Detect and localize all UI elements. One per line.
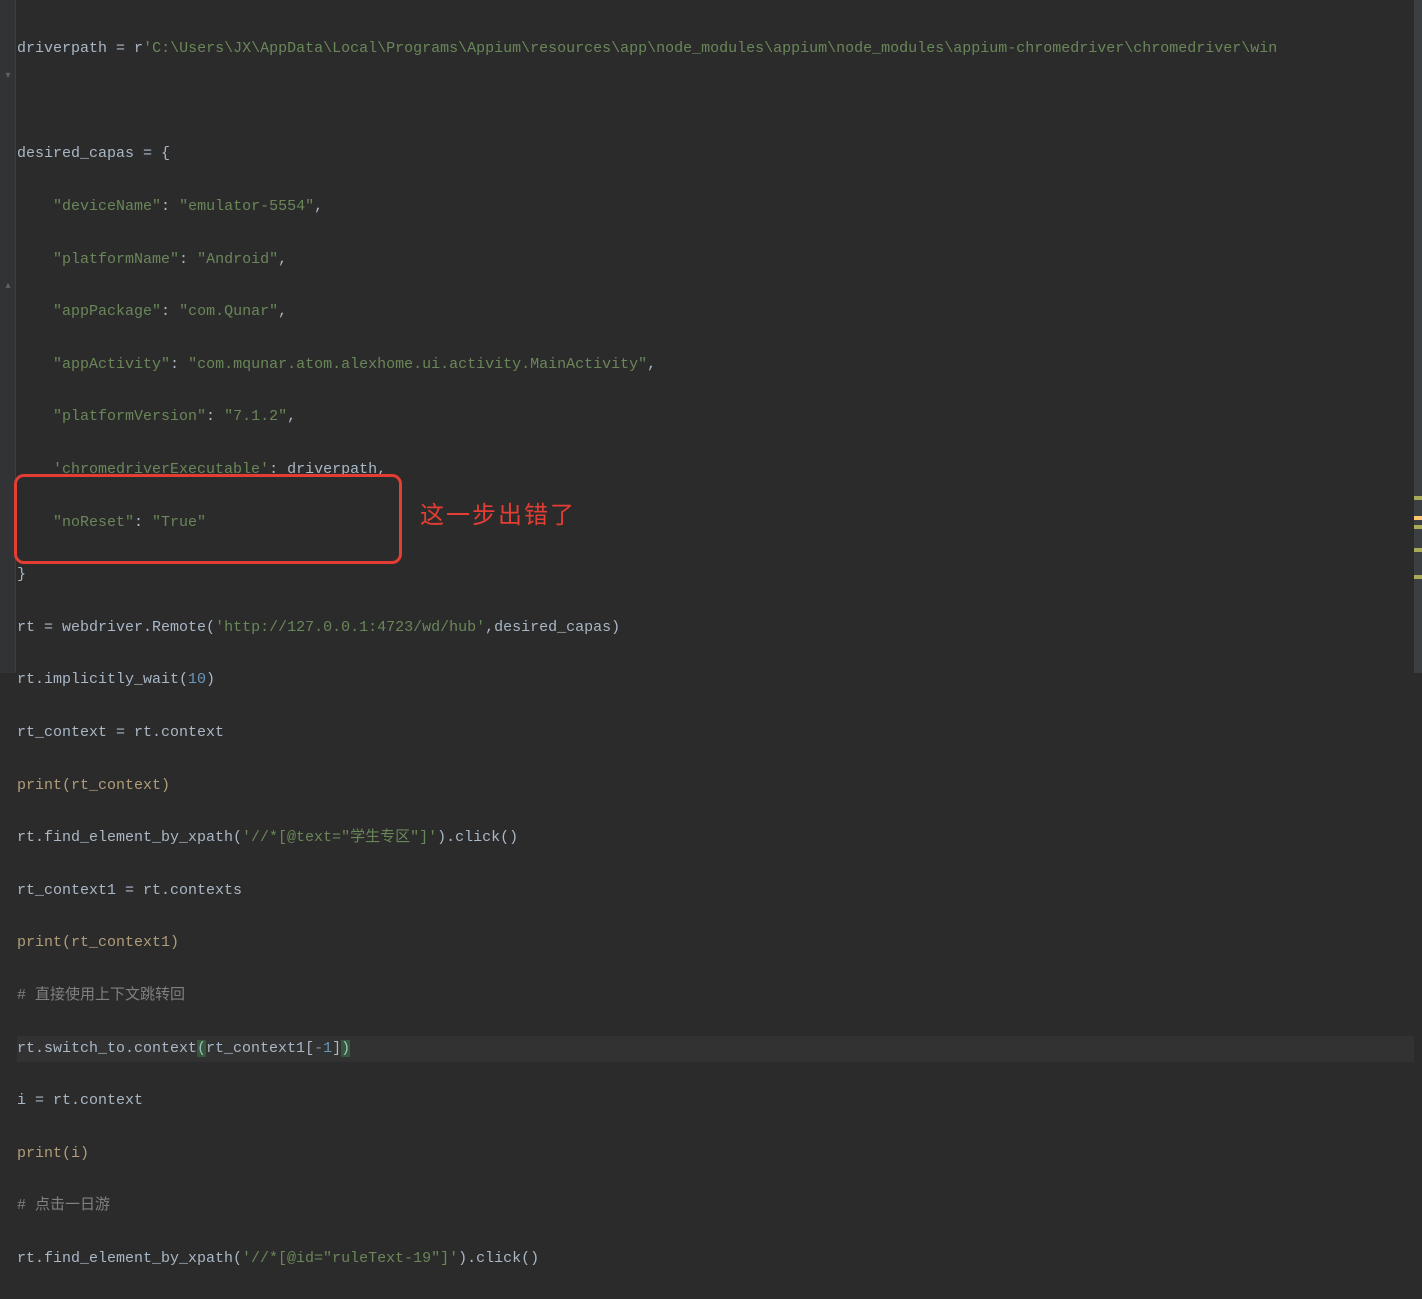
code-line: "appActivity": "com.mqunar.atom.alexhome… xyxy=(17,352,1414,378)
code-line: rt.implicitly_wait(10) xyxy=(17,667,1414,693)
string-literal: 'C:\Users\JX\AppData\Local\Programs\Appi… xyxy=(143,40,1277,57)
fold-open-icon[interactable]: ▾ xyxy=(3,72,13,82)
code-line: "deviceName": "emulator-5554", xyxy=(17,194,1414,220)
minimap-warning-mark xyxy=(1414,525,1422,529)
code-line: driverpath = r'C:\Users\JX\AppData\Local… xyxy=(17,36,1414,62)
code-line: } xyxy=(17,562,1414,588)
code-line-current: rt.switch_to.context(rt_context1[-1]) xyxy=(17,1036,1414,1062)
code-line: print(rt_context) xyxy=(17,773,1414,799)
code-line: rt = webdriver.Remote('http://127.0.0.1:… xyxy=(17,615,1414,641)
code-line: # 点击一日游 xyxy=(17,1193,1414,1219)
minimap-warning-mark xyxy=(1414,575,1422,579)
code-line: rt_context1 = rt.contexts xyxy=(17,878,1414,904)
code-line: rt.find_element_by_xpath('//*[@id="ruleT… xyxy=(17,1246,1414,1272)
blank-line xyxy=(17,89,1414,115)
code-line: "platformVersion": "7.1.2", xyxy=(17,404,1414,430)
code-line: print(rt_context1) xyxy=(17,930,1414,956)
code-editor[interactable]: driverpath = r'C:\Users\JX\AppData\Local… xyxy=(17,0,1414,673)
gutter: ▾ ▴ xyxy=(0,0,16,673)
code-line: "appPackage": "com.Qunar", xyxy=(17,299,1414,325)
minimap-scrollbar[interactable] xyxy=(1414,0,1422,673)
minimap-warning-mark xyxy=(1414,496,1422,500)
code-line: rt.find_element_by_xpath('//*[@text="学生专… xyxy=(17,825,1414,851)
code-line: i = rt.context xyxy=(17,1088,1414,1114)
code-line: rt_context = rt.context xyxy=(17,720,1414,746)
code-line: "platformName": "Android", xyxy=(17,247,1414,273)
code-line: desired_capas = { xyxy=(17,141,1414,167)
code-line: print(i) xyxy=(17,1141,1414,1167)
code-line: "noReset": "True" xyxy=(17,510,1414,536)
code-line: 'chromedriverExecutable': driverpath, xyxy=(17,457,1414,483)
identifier: driverpath xyxy=(17,40,116,57)
minimap-warning-mark xyxy=(1414,548,1422,552)
fold-close-icon[interactable]: ▴ xyxy=(3,282,13,292)
minimap-caret-mark xyxy=(1414,516,1422,520)
code-line: # 直接使用上下文跳转回 xyxy=(17,983,1414,1009)
